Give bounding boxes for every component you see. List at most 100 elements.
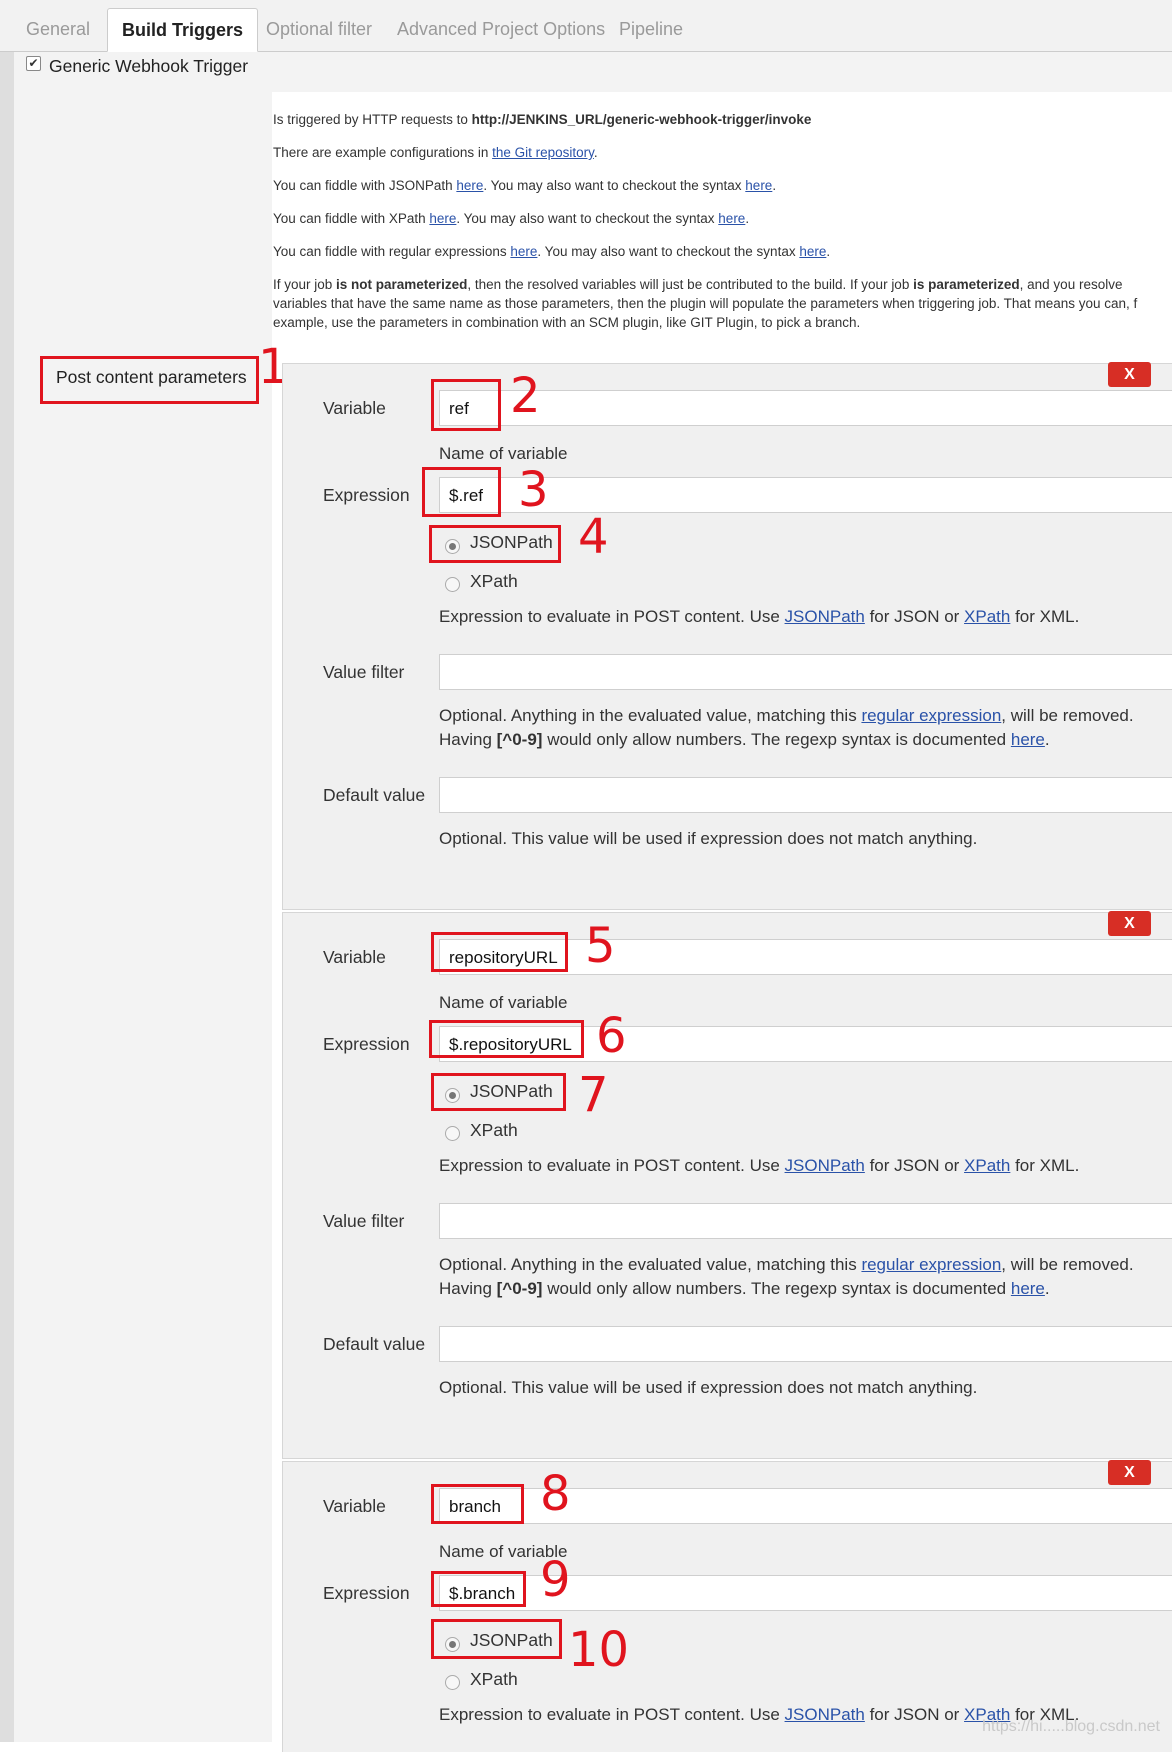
expression-hint: Expression to evaluate in POST content. …	[439, 1154, 1079, 1178]
git-repository-link[interactable]: the Git repository	[492, 145, 594, 160]
annotation-box-7	[431, 1073, 566, 1111]
variable-hint: Name of variable	[439, 993, 568, 1012]
default-value-label: Default value	[323, 785, 426, 805]
expression-label: Expression	[323, 1034, 410, 1054]
help-line-3-text: You can fiddle with JSONPath	[273, 178, 457, 193]
expr-hint-mid: for JSON or	[864, 607, 965, 626]
help-line-2-end: .	[593, 145, 598, 160]
delete-param-3-button[interactable]: X	[1108, 1460, 1151, 1485]
regex-syntax-link[interactable]: here	[799, 244, 826, 259]
xpath-radio-label: XPath	[470, 1669, 518, 1689]
default-value-hint: Optional. This value will be used if exp…	[439, 1378, 978, 1397]
xpath-radio-label: XPath	[470, 1120, 518, 1140]
param-panel-2: X Variable repositoryURL Name of variabl…	[282, 911, 1172, 1459]
vf-hint-text: Optional. Anything in the evaluated valu…	[439, 706, 862, 725]
tab-build-triggers[interactable]: Build Triggers	[107, 8, 259, 52]
expr-hint-mid: for JSON or	[864, 1705, 965, 1724]
value-filter-label: Value filter	[323, 662, 405, 682]
default-value-hint: Optional. This value will be used if exp…	[439, 829, 978, 848]
xpath-radio-1[interactable]	[445, 577, 460, 592]
expr-hint-text: Expression to evaluate in POST content. …	[439, 607, 785, 626]
expression-label: Expression	[323, 485, 410, 505]
jsonpath-link[interactable]: JSONPath	[785, 1705, 865, 1724]
value-filter-label: Value filter	[323, 1211, 405, 1231]
default-value-input-2[interactable]	[439, 1326, 1172, 1362]
vf-hint2-end: .	[1044, 730, 1050, 749]
help-para-d: is parameterized	[913, 277, 1020, 292]
regexp-syntax-link[interactable]: here	[1011, 730, 1045, 749]
expr-hint-text: Expression to evaluate in POST content. …	[439, 1156, 785, 1175]
help-line-5-mid: . You may also want to checkout the synt…	[537, 244, 800, 259]
help-para-b: is not parameterized	[336, 277, 468, 292]
expression-label: Expression	[323, 1583, 410, 1603]
value-filter-input-1[interactable]	[439, 654, 1172, 690]
vf-hint2-bold: [^0-9]	[496, 1279, 543, 1298]
left-gutter	[0, 52, 14, 1742]
xpath-link[interactable]: XPath	[964, 607, 1010, 626]
tab-advanced-project-options[interactable]: Advanced Project Options	[383, 8, 619, 50]
xpath-link[interactable]: XPath	[964, 1156, 1010, 1175]
variable-label: Variable	[323, 1496, 386, 1516]
jsonpath-syntax-link[interactable]: here	[745, 178, 772, 193]
regular-expression-link[interactable]: regular expression	[861, 706, 1001, 725]
annotation-number-8: 8	[540, 1466, 571, 1522]
default-value-label: Default value	[323, 1334, 426, 1354]
expr-hint-mid: for JSON or	[864, 1156, 965, 1175]
vf-hint2-text: Having	[439, 1279, 497, 1298]
default-value-input-1[interactable]	[439, 777, 1172, 813]
value-filter-input-2[interactable]	[439, 1203, 1172, 1239]
xpath-radio-2[interactable]	[445, 1126, 460, 1141]
annotation-number-10: 10	[568, 1622, 630, 1678]
help-line-3-end: .	[772, 178, 777, 193]
generic-webhook-trigger-checkbox[interactable]: ✔	[26, 56, 41, 71]
annotation-number-5: 5	[585, 918, 616, 974]
annotation-number-4: 4	[578, 509, 609, 565]
help-line-3-mid: . You may also want to checkout the synt…	[483, 178, 746, 193]
watermark: https://hi.....blog.csdn.net	[982, 1718, 1160, 1735]
tab-optional-filter[interactable]: Optional filter	[252, 8, 386, 50]
help-para-a: If your job	[273, 277, 337, 292]
tab-general[interactable]: General	[12, 8, 104, 50]
generic-webhook-trigger-label: Generic Webhook Trigger	[49, 56, 249, 76]
delete-param-2-button[interactable]: X	[1108, 911, 1151, 936]
variable-label: Variable	[323, 947, 386, 967]
help-line-4-mid: . You may also want to checkout the synt…	[456, 211, 719, 226]
annotation-box-6	[429, 1020, 584, 1058]
xpath-fiddle-link[interactable]: here	[429, 211, 456, 226]
jsonpath-link[interactable]: JSONPath	[785, 607, 865, 626]
variable-input-1[interactable]: ref	[439, 390, 1172, 426]
help-line-4-end: .	[745, 211, 750, 226]
vf-hint-text: Optional. Anything in the evaluated valu…	[439, 1255, 862, 1274]
param-panel-3: X Variable branch Name of variable Expre…	[282, 1460, 1172, 1752]
regular-expression-link[interactable]: regular expression	[861, 1255, 1001, 1274]
annotation-number-7: 7	[578, 1067, 609, 1123]
tab-pipeline[interactable]: Pipeline	[605, 8, 697, 50]
xpath-syntax-link[interactable]: here	[718, 211, 745, 226]
regex-fiddle-link[interactable]: here	[510, 244, 537, 259]
annotation-box-2	[431, 379, 501, 431]
help-para-line-2: variables that have the same name as tho…	[273, 296, 1138, 311]
annotation-box-8	[431, 1484, 524, 1524]
invoke-url: http://JENKINS_URL/generic-webhook-trigg…	[471, 112, 812, 127]
vf-hint2-end: .	[1044, 1279, 1050, 1298]
vf-hint-end: , will be removed.	[1001, 1255, 1134, 1274]
help-line-5-end: .	[826, 244, 831, 259]
annotation-box-5	[431, 932, 568, 972]
vf-hint2-mid: would only allow numbers. The regexp syn…	[542, 1279, 1011, 1298]
jsonpath-link[interactable]: JSONPath	[785, 1156, 865, 1175]
variable-label: Variable	[323, 398, 386, 418]
help-para-e: , and you resolve	[1019, 277, 1123, 292]
annotation-number-9: 9	[540, 1552, 571, 1608]
delete-param-1-button[interactable]: X	[1108, 362, 1151, 387]
annotation-box-9	[431, 1571, 526, 1607]
regexp-syntax-link[interactable]: here	[1011, 1279, 1045, 1298]
expression-hint: Expression to evaluate in POST content. …	[439, 605, 1079, 629]
annotation-box-3	[422, 467, 501, 517]
xpath-radio-3[interactable]	[445, 1675, 460, 1690]
help-line-1-text: Is triggered by HTTP requests to	[273, 112, 472, 127]
annotation-box-4	[429, 525, 561, 563]
expression-input-1[interactable]: $.ref	[439, 477, 1172, 513]
value-filter-hint: Optional. Anything in the evaluated valu…	[439, 1253, 1134, 1301]
vf-hint2-bold: [^0-9]	[496, 730, 543, 749]
jsonpath-fiddle-link[interactable]: here	[456, 178, 483, 193]
